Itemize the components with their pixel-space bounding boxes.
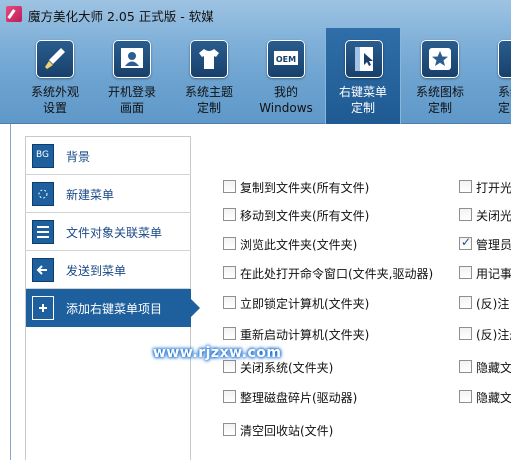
option-label: 立即锁定计算机(文件夹) xyxy=(240,297,370,311)
sidebar-item-label: 文件对象关联菜单 xyxy=(66,226,163,240)
file-assoc-icon xyxy=(32,220,54,244)
option-label: 整理磁盘碎片(驱动器) xyxy=(240,391,358,405)
option-label: 打开光 xyxy=(476,181,511,195)
option-label: 关闭光 xyxy=(476,209,511,223)
checkbox[interactable] xyxy=(223,360,236,373)
sidebar-item-send-to[interactable]: 发送到菜单 xyxy=(26,251,191,289)
toolbar-item-system-icons[interactable]: 系统图标 定制 xyxy=(402,28,478,124)
toolbar-label: 开机登录 画面 xyxy=(107,85,156,115)
context-menu-icon xyxy=(345,40,383,78)
checkbox[interactable] xyxy=(223,327,236,340)
checkbox[interactable] xyxy=(223,180,236,193)
brush-icon xyxy=(36,40,74,78)
bg-icon: BG xyxy=(32,144,54,168)
checkbox[interactable] xyxy=(459,235,472,250)
title-bar[interactable]: 魔方美化大师 2.05 正式版 - 软媒 xyxy=(0,0,511,28)
toolbar-item-context-menu[interactable]: 右键菜单 定制 xyxy=(325,28,401,124)
checkbox[interactable] xyxy=(459,390,472,403)
option-label: 用记事 xyxy=(476,267,511,281)
toolbar-item-appearance[interactable]: 系统外观 设置 xyxy=(17,28,93,124)
toolbar-item-boot-screen[interactable]: 开机登录 画面 xyxy=(94,28,170,124)
sidebar-nav: BG 背景 新建菜单 文件对象关联菜单 发送到菜单 添加右键菜单项目 xyxy=(25,136,200,460)
checkbox[interactable] xyxy=(223,296,236,309)
svg-text:OEM: OEM xyxy=(276,55,296,64)
checkbox[interactable] xyxy=(459,327,472,340)
user-screen-icon xyxy=(113,40,151,78)
option-label: 管理员 xyxy=(476,238,511,252)
option-label: 移动到文件夹(所有文件) xyxy=(240,209,370,223)
checkbox[interactable] xyxy=(459,266,472,279)
toolbar-label: 系统图标 定制 xyxy=(415,85,464,115)
sidebar-item-background[interactable]: BG 背景 xyxy=(26,137,191,175)
sidebar-item-add-item[interactable]: 添加右键菜单项目 xyxy=(26,289,200,327)
sidebar-item-label: 发送到菜单 xyxy=(66,264,127,278)
toolbar-item-my-windows[interactable]: OEM 我的 Windows xyxy=(248,28,324,124)
add-item-icon xyxy=(32,296,54,320)
send-to-icon xyxy=(32,258,54,282)
oem-icon: OEM xyxy=(267,40,305,78)
checkbox[interactable] xyxy=(223,237,236,250)
checkbox[interactable] xyxy=(223,390,236,403)
option-label: 隐藏文 xyxy=(476,361,511,375)
star-icon xyxy=(421,40,459,78)
tshirt-icon xyxy=(190,40,228,78)
option-label: 重新启动计算机(文件夹) xyxy=(240,328,370,342)
main-toolbar: 系统外观 设置 开机登录 画面 系统主题 定制 OEM 我的 Windows 右… xyxy=(0,28,511,124)
new-menu-icon xyxy=(32,182,54,206)
option-label: 关闭系统(文件夹) xyxy=(240,361,334,375)
partial-icon xyxy=(498,40,511,78)
toolbar-item-more[interactable]: 系统 定 xyxy=(479,28,511,124)
option-label: 清空回收站(文件) xyxy=(240,424,334,438)
checkbox[interactable] xyxy=(459,360,472,373)
option-label: (反)注 xyxy=(476,297,510,311)
toolbar-label: 我的 Windows xyxy=(259,85,313,115)
app-logo-icon xyxy=(6,6,22,22)
option-label: (反)注册 xyxy=(476,328,511,342)
sidebar-item-label: 新建菜单 xyxy=(66,188,115,202)
checkbox[interactable] xyxy=(223,423,236,436)
option-label: 复制到文件夹(所有文件) xyxy=(240,181,370,195)
toolbar-label: 右键菜单 定制 xyxy=(338,85,387,115)
sidebar-item-file-assoc[interactable]: 文件对象关联菜单 xyxy=(26,213,191,251)
window-title: 魔方美化大师 2.05 正式版 - 软媒 xyxy=(28,9,214,24)
site-watermark: www.rjzxw.com xyxy=(153,345,282,361)
checkbox[interactable] xyxy=(223,266,236,279)
sidebar-item-label: 背景 xyxy=(66,150,91,164)
option-label: 隐藏文 xyxy=(476,391,511,405)
sidebar-item-label: 添加右键菜单项目 xyxy=(66,302,163,316)
toolbar-label: 系统外观 设置 xyxy=(30,85,79,115)
checkbox[interactable] xyxy=(223,208,236,221)
toolbar-label: 系统 定 xyxy=(498,85,511,115)
checkbox[interactable] xyxy=(459,208,472,221)
toolbar-label: 系统主题 定制 xyxy=(184,85,233,115)
sidebar-item-new-menu[interactable]: 新建菜单 xyxy=(26,175,191,213)
content-panel: BG 背景 新建菜单 文件对象关联菜单 发送到菜单 添加右键菜单项目 复制到文件… xyxy=(10,124,511,460)
checkbox[interactable] xyxy=(459,296,472,309)
option-label: 在此处打开命令窗口(文件夹,驱动器) xyxy=(240,267,434,281)
window-chrome: 魔方美化大师 2.05 正式版 - 软媒 系统外观 设置 开机登录 画面 系统主… xyxy=(0,0,511,124)
toolbar-item-theme[interactable]: 系统主题 定制 xyxy=(171,28,247,124)
option-label: 浏览此文件夹(文件夹) xyxy=(240,238,358,252)
checkbox[interactable] xyxy=(459,180,472,193)
